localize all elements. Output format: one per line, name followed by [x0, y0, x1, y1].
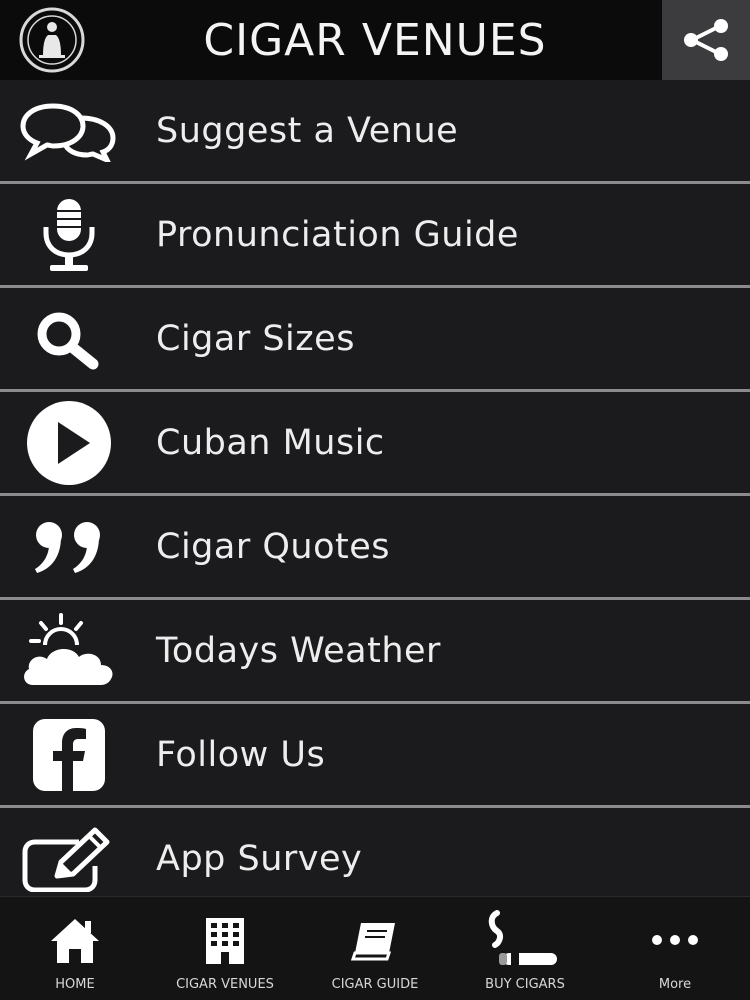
speech-bubbles-icon	[20, 102, 116, 162]
microphone-icon	[43, 198, 95, 271]
menu-item-cuban-music[interactable]: Cuban Music	[0, 392, 750, 493]
tab-cigar-guide[interactable]: CIGAR GUIDE	[300, 897, 450, 1000]
menu-item-label: App Survey	[156, 838, 363, 879]
menu-item-follow-us[interactable]: Follow Us	[0, 704, 750, 805]
share-button[interactable]	[662, 0, 750, 80]
app-screen: CIGAR VENUES Suggest a Venue Pronunciati…	[0, 0, 750, 1000]
bottom-tab-bar: HOME CIGAR VENUES CIGAR GUIDE BUY CIGARS…	[0, 896, 750, 1000]
menu-item-label: Cigar Quotes	[156, 526, 390, 567]
share-icon	[684, 19, 728, 61]
cigar-icon	[488, 910, 557, 965]
page-title: CIGAR VENUES	[203, 14, 547, 66]
menu-item-app-survey[interactable]: App Survey	[0, 808, 750, 909]
facebook-icon	[33, 718, 105, 791]
more-icon	[652, 935, 698, 945]
menu-list: Suggest a Venue Pronunciation Guide Ciga…	[0, 80, 750, 909]
tab-label: More	[658, 977, 692, 992]
menu-item-cigar-quotes[interactable]: Cigar Quotes	[0, 496, 750, 597]
menu-item-label: Pronunciation Guide	[156, 214, 519, 255]
quote-icon	[35, 521, 100, 573]
menu-item-label: Suggest a Venue	[156, 110, 459, 151]
tab-label: CIGAR GUIDE	[331, 977, 419, 992]
play-icon	[27, 400, 111, 485]
tab-label: CIGAR VENUES	[176, 977, 274, 992]
tab-cigar-venues[interactable]: CIGAR VENUES	[150, 897, 300, 1000]
building-icon	[206, 918, 244, 964]
menu-item-label: Cuban Music	[156, 422, 385, 463]
menu-item-label: Follow Us	[156, 734, 326, 775]
header-bar: CIGAR VENUES	[0, 0, 750, 80]
tab-label: HOME	[55, 977, 95, 992]
menu-item-pronunciation-guide[interactable]: Pronunciation Guide	[0, 184, 750, 285]
tab-buy-cigars[interactable]: BUY CIGARS	[450, 897, 600, 1000]
cigar-brand-logo-icon[interactable]	[8, 7, 96, 73]
tab-more[interactable]: More	[600, 897, 750, 1000]
magnifier-icon	[37, 312, 99, 369]
tab-label: BUY CIGARS	[485, 977, 565, 992]
home-icon	[51, 919, 99, 963]
menu-item-cigar-sizes[interactable]: Cigar Sizes	[0, 288, 750, 389]
weather-icon	[24, 612, 113, 685]
tab-home[interactable]: HOME	[0, 897, 150, 1000]
edit-icon	[22, 827, 110, 892]
menu-item-label: Cigar Sizes	[156, 318, 355, 359]
book-icon	[350, 923, 395, 961]
menu-item-todays-weather[interactable]: Todays Weather	[0, 600, 750, 701]
menu-item-suggest-venue[interactable]: Suggest a Venue	[0, 80, 750, 181]
menu-item-label: Todays Weather	[156, 630, 441, 671]
